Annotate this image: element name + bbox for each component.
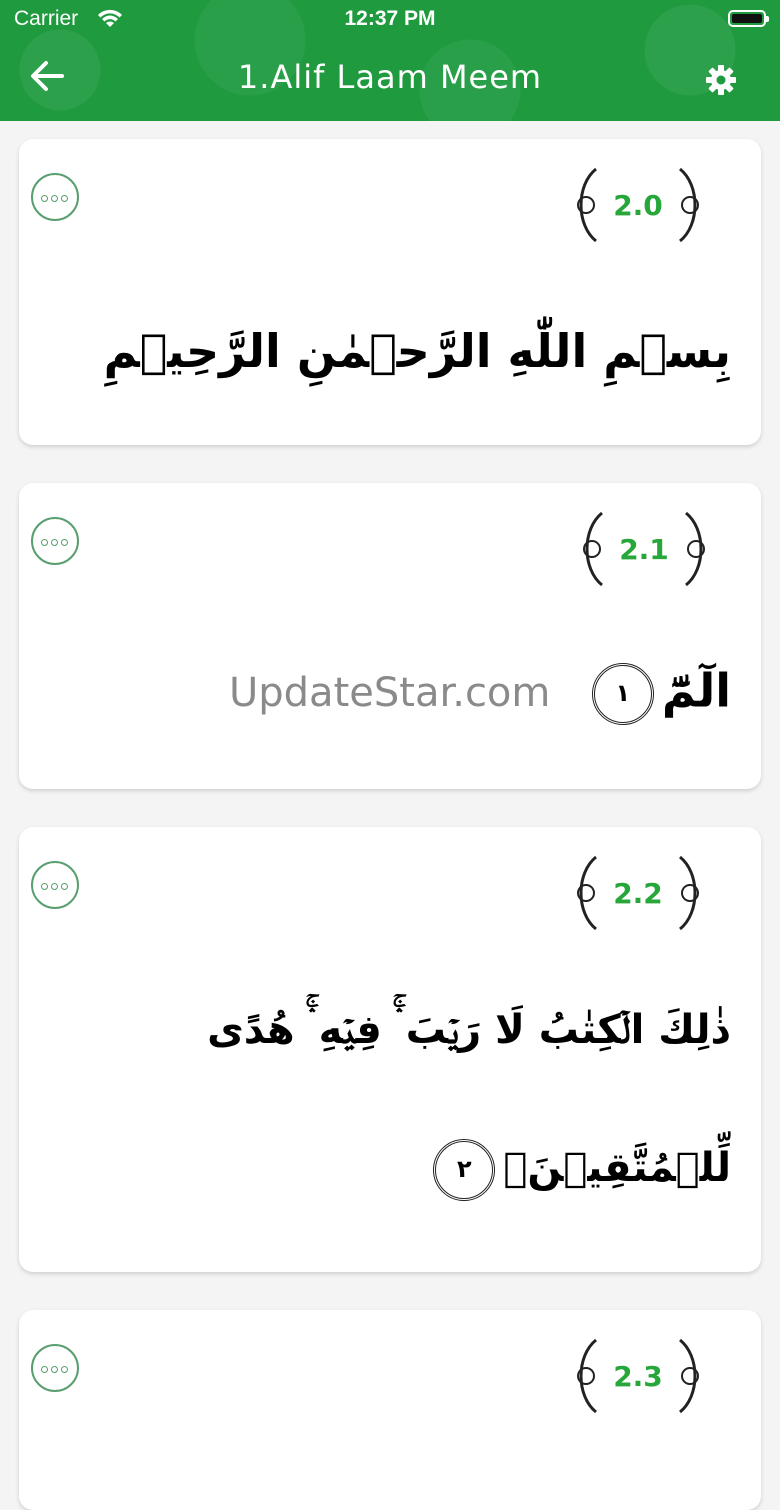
verse-card: 2.2 ذٰلِكَ الۡكِتٰبُ لَا رَيۡبَ ۛۚ فِيۡه…	[19, 827, 761, 1272]
ayah-end-marker: ١	[591, 663, 654, 725]
more-options-button[interactable]	[31, 173, 79, 221]
more-options-button[interactable]	[31, 1344, 79, 1392]
battery-icon	[728, 10, 769, 27]
page-title: 1.Alif Laam Meem	[237, 58, 543, 96]
verse-arabic-line: الٓمّٓ١	[584, 663, 731, 725]
verse-arabic-text: الٓمّٓ	[661, 663, 731, 718]
verse-number-badge: 2.3	[558, 1336, 718, 1416]
verse-arabic-text: ذٰلِكَ الۡكِتٰبُ لَا رَيۡبَ ۛۚ فِيۡهِ ۛۚ…	[207, 1007, 731, 1053]
watermark-text: UpdateStar.com	[229, 670, 551, 716]
verse-card: 2.1 الٓمّٓ١	[19, 483, 761, 789]
app-header: Carrier 12:37 PM 1.Alif Laam Meem	[0, 0, 780, 121]
verse-number: 2.2	[613, 877, 663, 910]
gear-icon	[706, 65, 736, 95]
verse-number-badge: 2.0	[558, 165, 718, 245]
verse-arabic-text: لِّلۡمُتَّقِيۡنَۙ	[503, 1145, 731, 1191]
verse-number-badge: 2.1	[564, 509, 724, 589]
more-options-button[interactable]	[31, 517, 79, 565]
ayah-end-marker: ٢	[433, 1139, 496, 1201]
verse-number: 2.3	[613, 1360, 663, 1393]
verse-number: 2.1	[619, 533, 669, 566]
verse-card: 2.0 بِسۡمِ اللّٰهِ الرَّحۡمٰنِ الرَّحِيۡ…	[19, 139, 761, 445]
status-time: 12:37 PM	[344, 7, 436, 30]
status-bar: Carrier 12:37 PM	[0, 0, 780, 40]
verse-number-badge: 2.2	[558, 853, 718, 933]
verse-card: 2.3	[19, 1310, 761, 1510]
settings-button[interactable]	[704, 63, 738, 97]
more-options-button[interactable]	[31, 861, 79, 909]
verse-arabic-text: بِسۡمِ اللّٰهِ الرَّحۡمٰنِ الرَّحِيۡمِ	[103, 324, 731, 378]
verse-arabic-line-2: لِّلۡمُتَّقِيۡنَۙ٢	[425, 1139, 731, 1201]
verse-number: 2.0	[613, 189, 663, 222]
